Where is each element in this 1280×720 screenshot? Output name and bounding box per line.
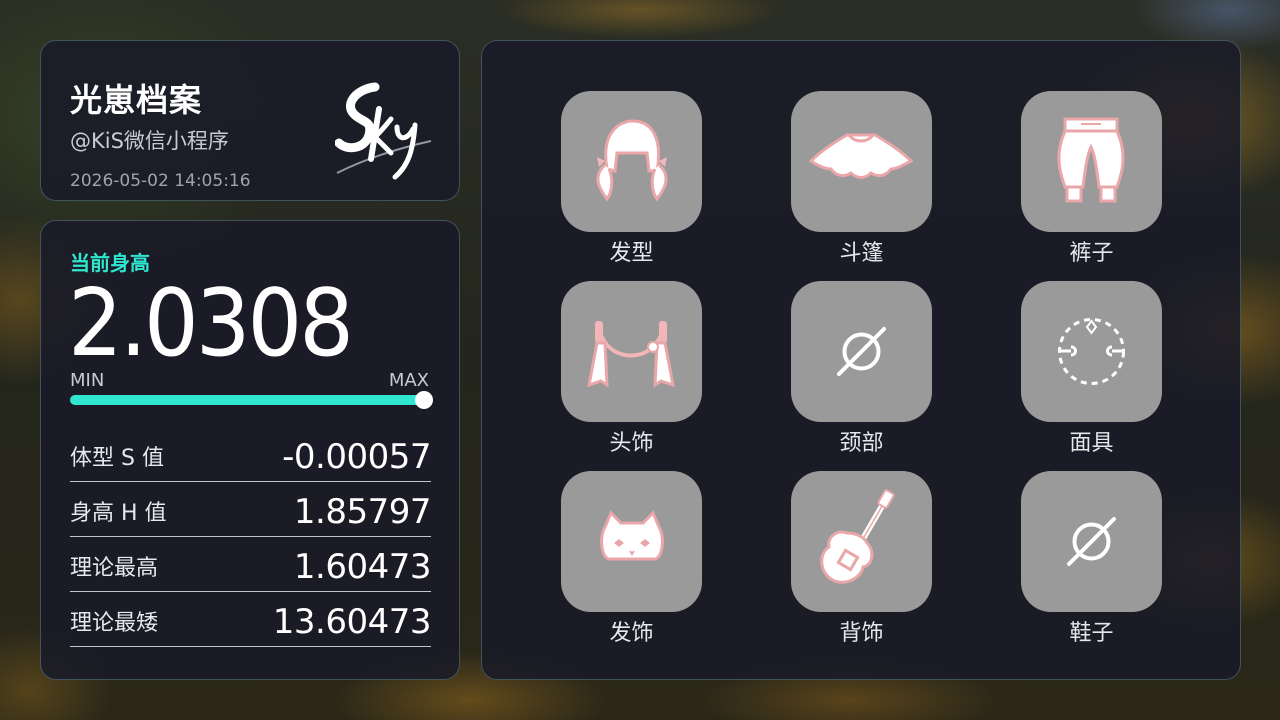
cosmetic-slot-cape[interactable]: 斗篷 [791,91,932,266]
slot-label: 裤子 [1069,241,1114,266]
slot-tile[interactable] [561,471,702,612]
page-title: 光崽档案 [70,81,203,119]
stat-value: 13.60473 [272,602,432,642]
stat-label: 理论最矮 [70,611,159,636]
slot-tile[interactable] [1021,471,1162,612]
sky-logo-icon [335,82,432,180]
cosmetic-slot-shoes[interactable]: 鞋子 [1021,471,1162,646]
stat-row-shape-s: 体型 S 值 -0.00057 [70,431,431,482]
empty-slot-icon [837,327,886,376]
slot-tile[interactable] [561,281,702,422]
headwear-icon [587,321,675,388]
stat-row-theoretical-min: 理论最矮 13.60473 [70,596,432,647]
pants-icon [1057,117,1125,203]
slot-label: 头饰 [609,431,654,456]
slot-label: 发饰 [609,621,654,646]
height-progress-bar [70,391,433,409]
cosmetic-slot-back-accessory[interactable]: 背饰 [791,471,932,646]
timestamp: 2026-05-02 14:05:16 [70,171,251,191]
cosmetic-slot-neck[interactable]: 颈部 [791,281,932,456]
cosmetic-slot-mask[interactable]: 面具 [1021,281,1162,456]
slot-tile[interactable] [791,471,932,612]
cat-hair-accessory-icon [600,510,664,561]
slot-label: 斗篷 [839,241,884,266]
stat-label: 理论最高 [70,556,159,581]
hairstyle-icon [596,119,668,202]
cosmetic-slot-headwear[interactable]: 头饰 [561,281,702,456]
slot-tile[interactable] [791,281,932,422]
max-label: MAX [388,370,429,391]
stat-label: 身高 H 值 [70,501,167,526]
height-stats-card: 当前身高 2.0308 MIN MAX 体型 S 值 -0.00057 身高 H… [40,220,460,680]
cosmetic-slot-hair-accessory[interactable]: 发饰 [561,471,702,646]
slot-tile[interactable] [1021,91,1162,232]
min-label: MIN [70,370,105,391]
stat-row-theoretical-max: 理论最高 1.60473 [70,541,432,592]
stat-value: 1.85797 [293,492,432,532]
slot-label: 发型 [609,241,654,266]
cosmetics-panel: 发型 斗篷 裤子 头饰 颈部 面具 发饰 背饰 鞋子 [481,40,1241,680]
profile-card: 光崽档案 @KiS微信小程序 2026-05-02 14:05:16 [40,40,460,201]
empty-slot-icon [1067,517,1116,566]
cosmetic-slot-pants[interactable]: 裤子 [1021,91,1162,266]
current-height-value: 2.0308 [68,269,354,378]
slot-tile[interactable] [1021,281,1162,422]
source-subtitle: @KiS微信小程序 [70,129,229,153]
cosmetic-slot-hairstyle[interactable]: 发型 [561,91,702,266]
stat-row-height-h: 身高 H 值 1.85797 [70,486,432,537]
slot-label: 面具 [1069,431,1114,456]
guitar-icon [820,489,895,584]
mask-placeholder-icon [1058,318,1125,385]
progress-knob [415,391,433,409]
cape-icon [808,133,914,179]
slot-label: 鞋子 [1069,621,1114,646]
stat-label: 体型 S 值 [70,446,164,471]
height-progress-fill [70,391,433,409]
stat-value: -0.00057 [282,437,431,477]
slot-tile[interactable] [561,91,702,232]
slot-tile[interactable] [791,91,932,232]
stat-value: 1.60473 [293,547,432,587]
slot-label: 背饰 [839,621,884,646]
slot-label: 颈部 [839,431,884,456]
